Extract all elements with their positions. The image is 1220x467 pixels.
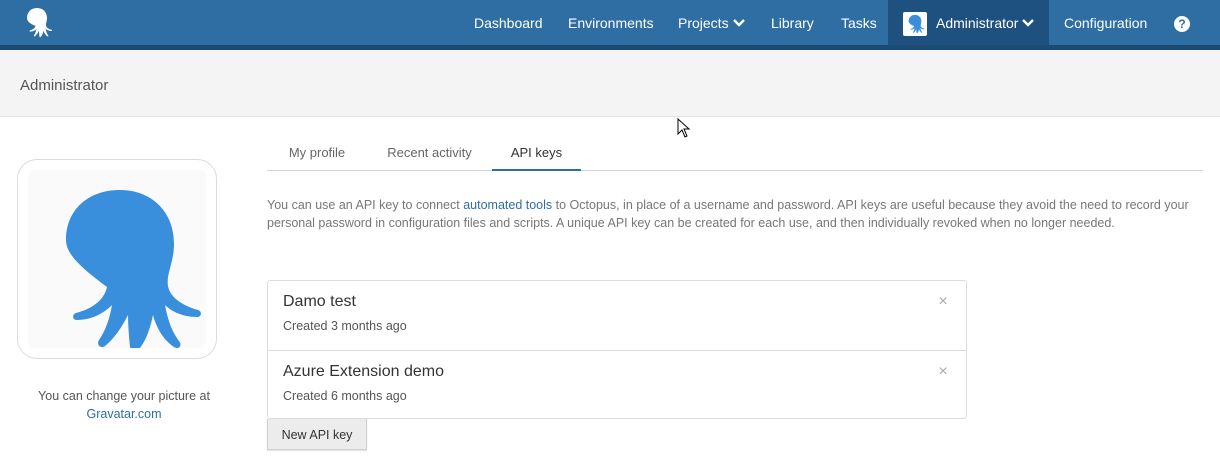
tab-my-profile-label: My profile <box>288 145 346 160</box>
nav-administrator[interactable]: Administrator <box>936 0 1035 45</box>
nav-environments[interactable]: Environments <box>568 0 654 45</box>
api-key-name: Azure Extension demo <box>283 363 444 380</box>
nav-dashboard-label: Dashboard <box>474 15 543 31</box>
nav-tasks[interactable]: Tasks <box>841 0 877 45</box>
close-icon[interactable]: × <box>936 364 950 380</box>
api-key-created: Created 3 months ago <box>283 319 407 333</box>
list-item: Damo test Created 3 months ago × <box>268 281 966 350</box>
tab-recent-activity-label: Recent activity <box>387 145 472 160</box>
chevron-down-icon <box>732 19 745 27</box>
api-key-name: Damo test <box>283 293 356 310</box>
nav-projects-label: Projects <box>678 15 729 31</box>
close-icon[interactable]: × <box>936 294 950 310</box>
api-key-list: Damo test Created 3 months ago × Azure E… <box>267 280 967 419</box>
user-avatar-small[interactable] <box>903 12 927 36</box>
profile-tabs: My profile Recent activity API keys <box>267 137 1203 171</box>
nav-projects[interactable]: Projects <box>678 0 745 45</box>
nav-configuration[interactable]: Configuration <box>1064 0 1147 45</box>
mouse-cursor-icon <box>677 118 691 138</box>
api-keys-description: You can use an API key to connect automa… <box>267 196 1203 232</box>
page-header: Administrator <box>0 50 1220 117</box>
api-key-created: Created 6 months ago <box>283 389 407 403</box>
description-text-start: You can use an API key to connect <box>267 198 464 212</box>
automated-tools-link[interactable]: automated tools <box>463 198 552 212</box>
nav-environments-label: Environments <box>568 15 654 31</box>
gravatar-link[interactable]: Gravatar.com <box>86 407 161 421</box>
tab-api-keys[interactable]: API keys <box>492 137 581 171</box>
caption-text: You can change your picture at <box>38 389 210 403</box>
tab-recent-activity[interactable]: Recent activity <box>372 137 487 171</box>
octopus-avatar-icon <box>66 190 201 351</box>
help-circle-icon[interactable]: ? <box>1174 16 1190 32</box>
new-api-key-button[interactable]: New API key <box>267 419 367 450</box>
profile-picture-caption: You can change your picture at Gravatar.… <box>17 387 231 423</box>
tab-my-profile[interactable]: My profile <box>267 137 367 171</box>
list-item: Azure Extension demo Created 6 months ag… <box>268 350 966 419</box>
nav-tasks-label: Tasks <box>841 15 877 31</box>
nav-administrator-label: Administrator <box>936 15 1019 31</box>
profile-avatar-card <box>17 159 217 359</box>
octopus-avatar-icon <box>908 14 925 34</box>
nav-dashboard[interactable]: Dashboard <box>474 0 543 45</box>
profile-avatar <box>28 170 206 351</box>
nav-library[interactable]: Library <box>771 0 814 45</box>
main-nav: Dashboard Environments Projects Library … <box>0 0 1220 45</box>
nav-library-label: Library <box>771 15 814 31</box>
tab-api-keys-label: API keys <box>510 145 563 160</box>
page-title: Administrator <box>20 77 109 94</box>
chevron-down-icon <box>1022 19 1035 27</box>
nav-configuration-label: Configuration <box>1064 15 1148 31</box>
